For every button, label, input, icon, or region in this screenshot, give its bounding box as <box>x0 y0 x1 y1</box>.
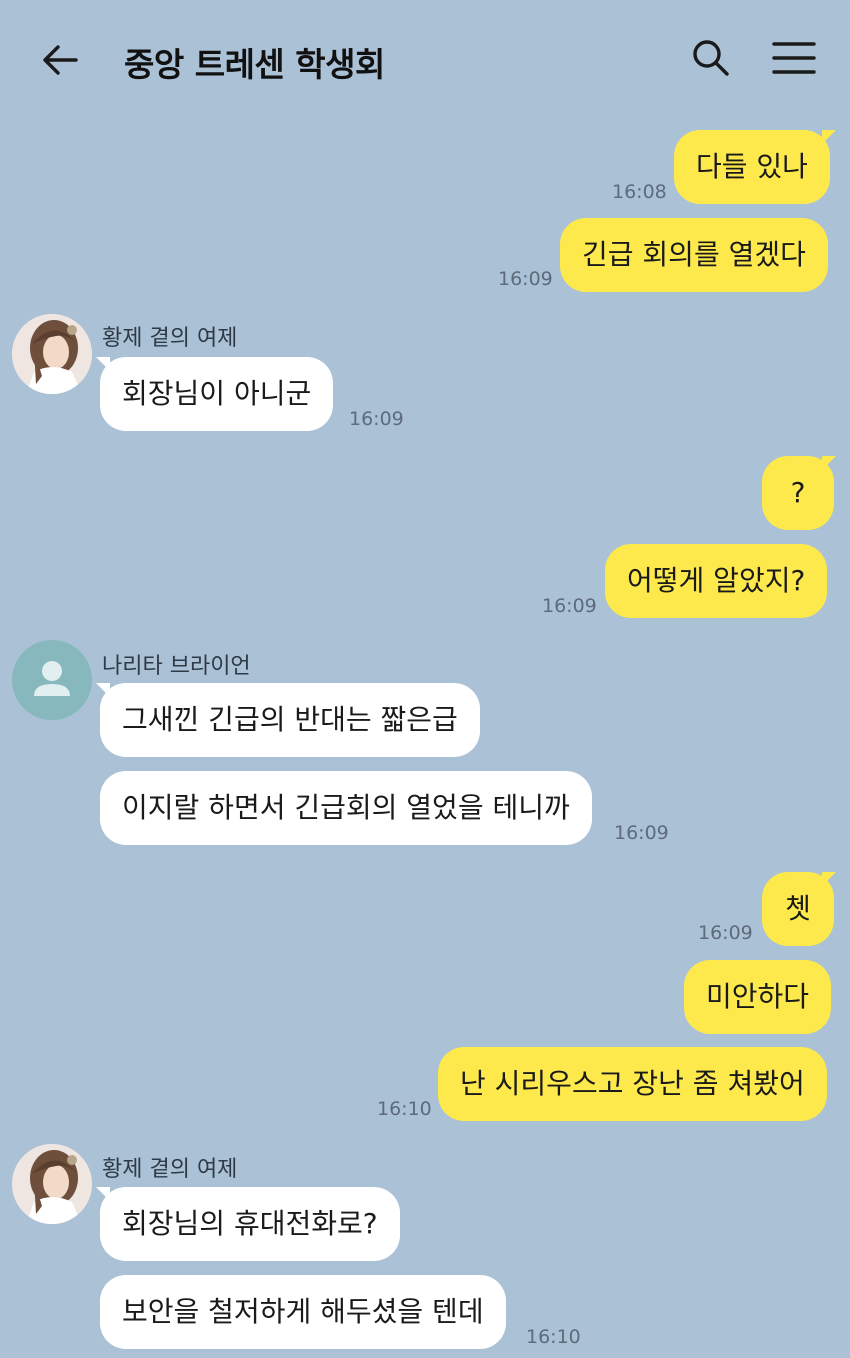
my-message-bubble[interactable]: 난 시리우스고 장난 좀 쳐봤어 <box>438 1047 827 1121</box>
search-icon[interactable] <box>690 38 730 78</box>
avatar[interactable] <box>12 1144 92 1224</box>
message-time: 16:09 <box>542 595 597 617</box>
bubble-tail <box>822 872 836 886</box>
avatar[interactable] <box>12 314 92 394</box>
chat-title: 중앙 트레센 학생회 <box>124 45 385 84</box>
sender-name: 황제 곁의 여제 <box>102 1157 238 1182</box>
message-time: 16:09 <box>698 922 753 944</box>
my-message-bubble[interactable]: 긴급 회의를 열겠다 <box>560 218 828 292</box>
bubble-tail <box>822 456 836 470</box>
message-time: 16:08 <box>612 181 667 203</box>
their-message-bubble[interactable]: 보안을 철저하게 해두셨을 텐데 <box>100 1275 506 1349</box>
message-time: 16:09 <box>498 268 553 290</box>
person-icon <box>12 640 92 720</box>
sender-name: 나리타 브라이언 <box>102 654 251 679</box>
message-time: 16:10 <box>526 1326 581 1348</box>
profile-picture-icon <box>12 1144 92 1224</box>
their-message-bubble[interactable]: 이지랄 하면서 긴급회의 열었을 테니까 <box>100 771 592 845</box>
avatar[interactable] <box>12 640 92 720</box>
their-message-bubble[interactable]: 회장님이 아니군 <box>100 357 334 431</box>
hamburger-menu-icon[interactable] <box>772 40 816 76</box>
back-arrow-icon[interactable] <box>40 40 80 80</box>
message-time: 16:09 <box>349 408 404 430</box>
my-message-bubble[interactable]: 어떻게 알았지? <box>605 544 828 618</box>
chat-header: 중앙 트레센 학생회 <box>0 0 850 118</box>
their-message-bubble[interactable]: 회장님의 휴대전화로? <box>100 1187 400 1261</box>
message-time: 16:10 <box>377 1098 432 1120</box>
profile-picture-icon <box>12 314 92 394</box>
their-message-bubble[interactable]: 그새낀 긴급의 반대는 짧은급 <box>100 683 480 757</box>
my-message-bubble[interactable]: 다들 있나 <box>674 130 830 204</box>
bubble-tail <box>822 130 836 144</box>
message-time: 16:09 <box>614 822 669 844</box>
my-message-bubble[interactable]: 미안하다 <box>684 960 832 1034</box>
sender-name: 황제 곁의 여제 <box>102 326 238 351</box>
